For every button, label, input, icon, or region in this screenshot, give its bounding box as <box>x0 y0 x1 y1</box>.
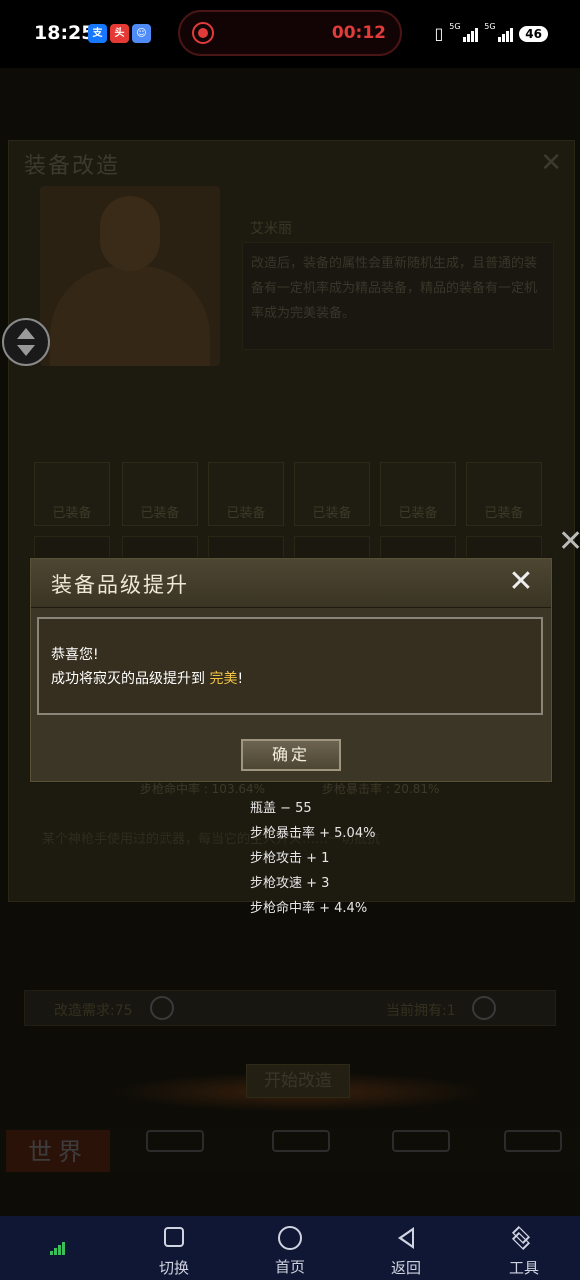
equipment-slot[interactable]: 已装备 <box>34 462 110 526</box>
quality-upgrade-dialog: 装备品级提升 ✕ 恭喜您! 成功将寂灭的品级提升到 完美! 确定 <box>30 558 552 782</box>
screen-recording-pill[interactable]: 00:12 <box>178 10 402 56</box>
stat-change-attack: 步枪攻击 + 1 <box>250 851 330 866</box>
square-icon <box>144 1227 204 1255</box>
signal-icon: 5G <box>449 22 479 42</box>
system-indicators: ▯ 5G 5G 46 <box>434 22 548 43</box>
coin-icon <box>150 996 174 1020</box>
recording-timer: 00:12 <box>331 23 386 43</box>
signal-icon: 5G <box>484 22 514 42</box>
up-down-arrows-icon[interactable] <box>2 318 50 366</box>
nav-home-button[interactable]: 首页 <box>260 1224 320 1277</box>
clock: 18:25 <box>34 22 95 44</box>
news-app-icon: 头 <box>110 24 129 43</box>
confirm-button[interactable]: 确定 <box>241 739 341 771</box>
nav-back-label: 返回 <box>390 1259 421 1277</box>
nav-switch-label: 切换 <box>158 1259 189 1277</box>
nav-tools-button[interactable]: 工具 <box>494 1224 554 1278</box>
network-type-label: 5G <box>484 21 496 31</box>
equipment-slot[interactable]: 已装备 <box>208 462 284 526</box>
grid-icon[interactable] <box>392 1130 450 1152</box>
close-icon[interactable]: ✕ <box>503 563 539 601</box>
item-slot[interactable] <box>122 536 198 558</box>
stat-changes-list: 瓶盖 − 55 步枪暴击率 + 5.04% 步枪攻击 + 1 步枪攻速 + 3 … <box>250 796 375 921</box>
nav-home-label: 首页 <box>274 1258 305 1276</box>
record-icon <box>192 22 214 44</box>
npc-body <box>50 266 210 366</box>
stat-change-caps: 瓶盖 − 55 <box>250 801 312 816</box>
congrats-text: 恭喜您! <box>51 647 99 663</box>
notification-icons: 支 头 ☺ <box>88 24 151 43</box>
npc-portrait <box>40 186 220 366</box>
upgrade-message-suffix: ! <box>237 671 244 687</box>
start-modify-button[interactable]: 开始改造 <box>246 1064 350 1098</box>
stat-right: 步枪暴击率 : 20.81% <box>322 782 440 796</box>
circle-icon <box>260 1226 320 1254</box>
item-slot[interactable] <box>380 536 456 558</box>
nav-switch-button[interactable]: 切换 <box>144 1224 204 1278</box>
gun-icon[interactable] <box>272 1130 330 1152</box>
equipment-slot[interactable]: 已装备 <box>122 462 198 526</box>
coin-icon <box>472 996 496 1020</box>
item-slot[interactable] <box>208 536 284 558</box>
dialog-message-box: 恭喜您! 成功将寂灭的品级提升到 完美! <box>37 617 543 715</box>
npc-description: 改造后，装备的属性会重新随机生成，且普通的装备有一定机率成为精品装备，精品的装备… <box>242 242 554 350</box>
panel-title: 装备改造 <box>24 154 121 179</box>
stat-change-speed: 步枪攻速 + 3 <box>250 876 330 891</box>
equipped-label: 已装备 <box>398 506 438 521</box>
layers-icon <box>494 1225 554 1255</box>
equipped-label: 已装备 <box>52 506 92 521</box>
signal-strength-icon <box>50 1242 65 1255</box>
npc-head <box>100 196 160 271</box>
item-slot[interactable] <box>34 536 110 558</box>
npc-name: 艾米丽 <box>250 221 292 237</box>
equipment-slot[interactable]: 已装备 <box>466 462 542 526</box>
close-icon[interactable]: ✕ <box>540 148 562 178</box>
upgrade-message: 成功将寂灭的品级提升到 完美! <box>51 667 541 691</box>
dialog-header: 装备品级提升 ✕ <box>31 559 551 608</box>
stat-left: 步枪命中率 : 103.64% <box>140 782 266 796</box>
equipped-label: 已装备 <box>140 506 180 521</box>
equipment-slot[interactable]: 已装备 <box>380 462 456 526</box>
world-chat-button[interactable]: 世界 <box>6 1130 110 1172</box>
battery-icon: 46 <box>519 25 548 42</box>
table-icon[interactable] <box>504 1130 562 1152</box>
vibrate-icon: ▯ <box>434 24 444 43</box>
nav-tools-label: 工具 <box>508 1259 539 1277</box>
quality-name: 完美 <box>209 671 238 687</box>
item-slot[interactable] <box>294 536 370 558</box>
upgrade-message-prefix: 成功将寂灭的品级提升到 <box>51 671 205 687</box>
network-type-label: 5G <box>449 21 461 31</box>
alipay-icon: 支 <box>88 24 107 43</box>
dialog-title: 装备品级提升 <box>51 573 189 597</box>
stat-change-accuracy: 步枪命中率 + 4.4% <box>250 901 368 916</box>
crossed-swords-icon[interactable]: ✕ <box>558 514 580 570</box>
equipped-label: 已装备 <box>226 506 266 521</box>
owned-count: 当前拥有:1 <box>386 1003 456 1019</box>
equipped-label: 已装备 <box>312 506 352 521</box>
equipped-label: 已装备 <box>484 506 524 521</box>
equipment-slot[interactable]: 已装备 <box>294 462 370 526</box>
bag-icon[interactable] <box>146 1130 204 1152</box>
stat-change-crit: 步枪暴击率 + 5.04% <box>250 826 376 841</box>
item-slot[interactable] <box>466 536 542 558</box>
modify-requirement: 改造需求:75 <box>54 1003 133 1019</box>
back-triangle-icon <box>376 1227 436 1255</box>
nav-back-button[interactable]: 返回 <box>376 1224 436 1278</box>
face-app-icon: ☺ <box>132 24 151 43</box>
status-bar: 18:25 支 头 ☺ 00:12 ▯ 5G 5G 46 <box>0 0 580 68</box>
